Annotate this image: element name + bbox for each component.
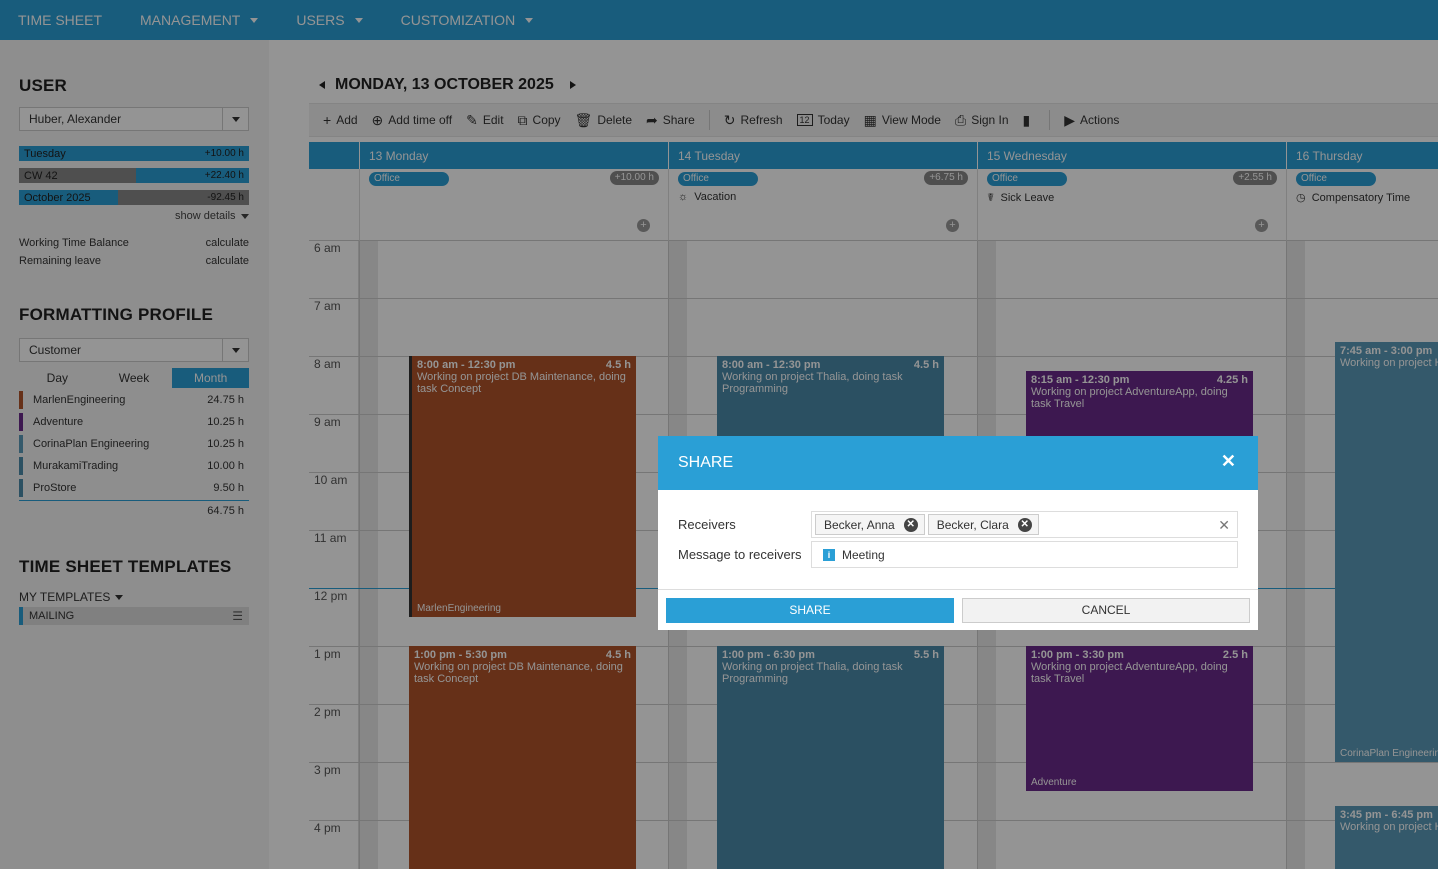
share-dialog: SHARE ✕ Receivers Becker, Anna ✕ Becker, … <box>658 436 1258 630</box>
cancel-button[interactable]: CANCEL <box>962 598 1250 623</box>
receivers-field[interactable]: Becker, Anna ✕ Becker, Clara ✕ ✕ <box>811 511 1238 538</box>
receiver-tag: Becker, Anna ✕ <box>815 514 925 535</box>
dialog-title: SHARE <box>678 454 734 471</box>
receivers-label: Receivers <box>678 517 736 532</box>
remove-tag-icon[interactable]: ✕ <box>1017 517 1032 532</box>
message-label: Message to receivers <box>678 547 802 562</box>
receiver-name: Becker, Anna <box>824 517 895 532</box>
close-icon[interactable]: ✕ <box>1221 451 1236 472</box>
message-field[interactable]: i Meeting <box>811 541 1238 568</box>
receiver-name: Becker, Clara <box>936 517 1009 532</box>
receiver-tag: Becker, Clara ✕ <box>927 514 1039 535</box>
dialog-footer-divider <box>658 589 1258 590</box>
share-confirm-button[interactable]: SHARE <box>666 598 954 623</box>
remove-tag-icon[interactable]: ✕ <box>903 517 918 532</box>
modal-overlay[interactable] <box>0 0 1438 869</box>
clear-icon[interactable]: ✕ <box>1218 517 1230 534</box>
dialog-header: SHARE ✕ <box>658 436 1258 490</box>
message-value: Meeting <box>842 547 885 562</box>
info-icon: i <box>823 548 835 561</box>
